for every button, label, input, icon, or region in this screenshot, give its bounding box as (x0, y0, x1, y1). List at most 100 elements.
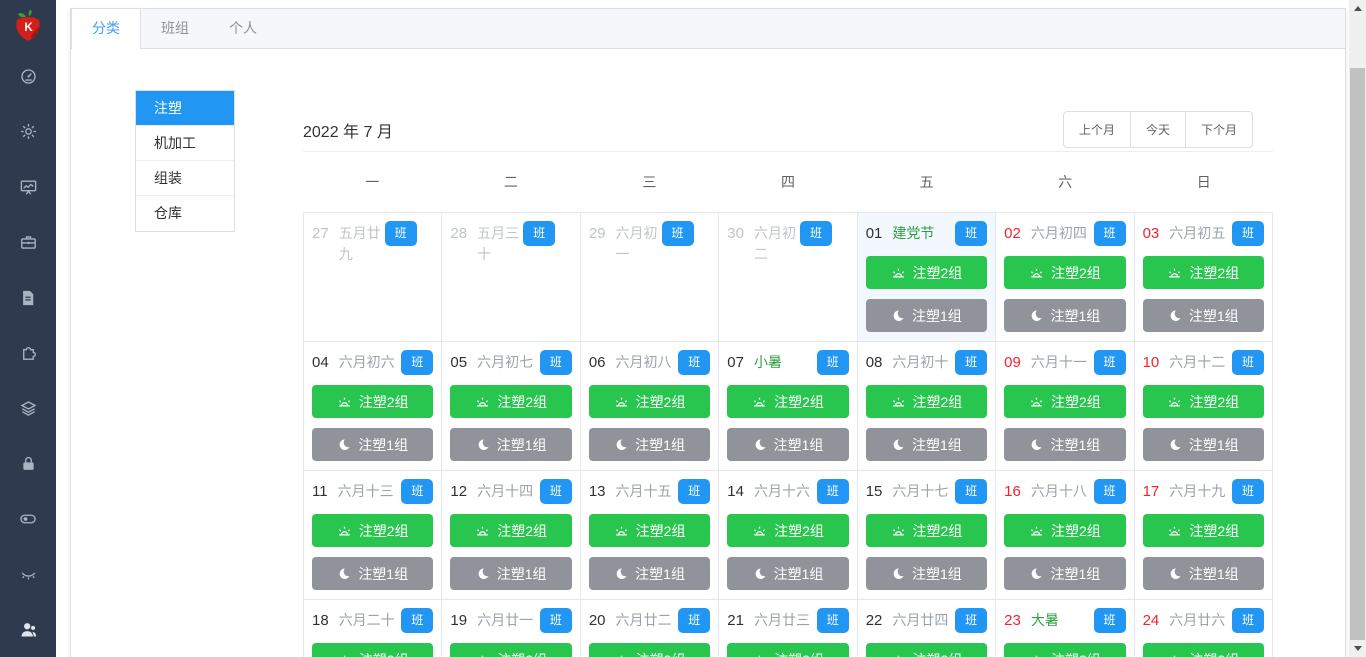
shift-badge[interactable]: 班 (1093, 608, 1126, 633)
night-shift-button[interactable]: 注塑1组 (865, 428, 988, 461)
day-shift-button[interactable]: 注塑2组 (727, 643, 849, 657)
day-shift-button[interactable]: 注塑2组 (727, 385, 849, 418)
night-shift-button[interactable]: 注塑1组 (312, 557, 434, 590)
monitor-chart-icon[interactable] (0, 160, 56, 215)
night-shift-button[interactable]: 注塑1组 (1142, 557, 1264, 590)
day-shift-button[interactable]: 注塑2组 (588, 514, 711, 547)
shift-badge[interactable]: 班 (539, 350, 572, 375)
shift-badge[interactable]: 班 (955, 479, 988, 504)
day-cell[interactable]: 13 六月十五 班 注塑2组 注塑1组 (580, 471, 720, 600)
day-cell[interactable]: 19 六月廿一 班 注塑2组 (442, 600, 581, 657)
day-shift-button[interactable]: 注塑2组 (1004, 256, 1126, 289)
shift-badge[interactable]: 班 (1093, 479, 1126, 504)
scrollbar-thumb[interactable] (1350, 68, 1365, 640)
day-cell[interactable]: 21 六月廿三 班 注塑2组 (719, 600, 858, 657)
day-shift-button[interactable]: 注塑2组 (312, 643, 434, 657)
day-cell[interactable]: 28 五月三十 班 (442, 213, 581, 342)
day-cell[interactable]: 17 六月十九 班 注塑2组 注塑1组 (1134, 471, 1273, 600)
night-shift-button[interactable]: 注塑1组 (865, 557, 988, 590)
day-shift-button[interactable]: 注塑2组 (1004, 385, 1126, 418)
day-shift-button[interactable]: 注塑2组 (1004, 643, 1126, 657)
day-shift-button[interactable]: 注塑2组 (1142, 643, 1264, 657)
day-shift-button[interactable]: 注塑2组 (1142, 514, 1264, 547)
shift-badge[interactable]: 班 (678, 479, 711, 504)
puzzle-icon[interactable] (0, 325, 56, 380)
night-shift-button[interactable]: 注塑1组 (727, 557, 849, 590)
category-item[interactable]: 仓库 (136, 196, 234, 231)
night-shift-button[interactable]: 注塑1组 (1004, 428, 1126, 461)
prev-month-button[interactable]: 上个月 (1062, 111, 1131, 148)
shift-badge[interactable]: 班 (678, 608, 711, 633)
day-cell[interactable]: 11 六月十三 班 注塑2组 注塑1组 (304, 471, 443, 600)
day-shift-button[interactable]: 注塑2组 (727, 514, 849, 547)
day-shift-button[interactable]: 注塑2组 (450, 514, 572, 547)
day-cell[interactable]: 24 六月廿六 班 注塑2组 (1134, 600, 1273, 657)
day-cell[interactable]: 23 大暑 班 注塑2组 (996, 600, 1135, 657)
shift-badge[interactable]: 班 (523, 221, 556, 246)
day-cell[interactable]: 09 六月十一 班 注塑2组 注塑1组 (996, 342, 1135, 471)
day-shift-button[interactable]: 注塑2组 (450, 385, 572, 418)
day-shift-button[interactable]: 注塑2组 (450, 643, 572, 657)
day-cell[interactable]: 20 六月廿二 班 注塑2组 (580, 600, 720, 657)
night-shift-button[interactable]: 注塑1组 (450, 557, 572, 590)
shift-badge[interactable]: 班 (799, 221, 832, 246)
shift-badge[interactable]: 班 (661, 221, 694, 246)
day-shift-button[interactable]: 注塑2组 (865, 256, 988, 289)
day-cell[interactable]: 30 六月初二 班 (719, 213, 858, 342)
shift-badge[interactable]: 班 (955, 350, 988, 375)
briefcase-icon[interactable] (0, 215, 56, 270)
scrollbar[interactable] (1349, 0, 1366, 657)
scroll-down-arrow-icon[interactable] (1349, 640, 1366, 657)
day-shift-button[interactable]: 注塑2组 (588, 385, 711, 418)
document-icon[interactable] (0, 270, 56, 325)
app-logo-icon[interactable]: K (6, 3, 50, 49)
night-shift-button[interactable]: 注塑1组 (1004, 299, 1126, 332)
shift-badge[interactable]: 班 (1232, 221, 1264, 246)
day-cell[interactable]: 22 六月廿四 班 注塑2组 (857, 600, 997, 657)
toggle-icon[interactable] (0, 491, 56, 546)
shift-badge[interactable]: 班 (1232, 608, 1264, 633)
category-item[interactable]: 注塑 (136, 91, 234, 126)
eye-closed-icon[interactable] (0, 546, 56, 601)
lock-icon[interactable] (0, 436, 56, 491)
night-shift-button[interactable]: 注塑1组 (727, 428, 849, 461)
shift-badge[interactable]: 班 (816, 608, 849, 633)
day-cell[interactable]: 12 六月十四 班 注塑2组 注塑1组 (442, 471, 581, 600)
night-shift-button[interactable]: 注塑1组 (588, 428, 711, 461)
night-shift-button[interactable]: 注塑1组 (1142, 428, 1264, 461)
category-item[interactable]: 机加工 (136, 126, 234, 161)
day-shift-button[interactable]: 注塑2组 (865, 385, 988, 418)
shift-badge[interactable]: 班 (539, 479, 572, 504)
day-cell[interactable]: 27 五月廿九 班 (304, 213, 443, 342)
category-item[interactable]: 组装 (136, 161, 234, 196)
day-cell[interactable]: 16 六月十八 班 注塑2组 注塑1组 (996, 471, 1135, 600)
shift-badge[interactable]: 班 (384, 221, 417, 246)
day-shift-button[interactable]: 注塑2组 (312, 385, 434, 418)
day-cell[interactable]: 18 六月二十 班 注塑2组 (304, 600, 443, 657)
day-cell[interactable]: 08 六月初十 班 注塑2组 注塑1组 (857, 342, 997, 471)
day-cell[interactable]: 29 六月初一 班 (580, 213, 720, 342)
day-shift-button[interactable]: 注塑2组 (1142, 256, 1264, 289)
night-shift-button[interactable]: 注塑1组 (312, 428, 434, 461)
shift-badge[interactable]: 班 (1232, 350, 1264, 375)
day-cell[interactable]: 10 六月十二 班 注塑2组 注塑1组 (1134, 342, 1273, 471)
shift-badge[interactable]: 班 (1232, 479, 1264, 504)
shift-badge[interactable]: 班 (955, 221, 988, 246)
day-cell[interactable]: 15 六月十七 班 注塑2组 注塑1组 (857, 471, 997, 600)
day-shift-button[interactable]: 注塑2组 (1142, 385, 1264, 418)
day-cell[interactable]: 03 六月初五 班 注塑2组 注塑1组 (1134, 213, 1273, 342)
scroll-up-arrow-icon[interactable] (1349, 0, 1366, 17)
night-shift-button[interactable]: 注塑1组 (1004, 557, 1126, 590)
day-cell[interactable]: 04 六月初六 班 注塑2组 注塑1组 (304, 342, 443, 471)
tab-item[interactable]: 班组 (141, 9, 209, 49)
tab-item[interactable]: 个人 (209, 9, 277, 49)
users-icon[interactable] (0, 602, 56, 657)
day-shift-button[interactable]: 注塑2组 (1004, 514, 1126, 547)
day-shift-button[interactable]: 注塑2组 (865, 514, 988, 547)
night-shift-button[interactable]: 注塑1组 (1142, 299, 1264, 332)
night-shift-button[interactable]: 注塑1组 (588, 557, 711, 590)
day-cell[interactable]: 05 六月初七 班 注塑2组 注塑1组 (442, 342, 581, 471)
today-button[interactable]: 今天 (1129, 111, 1186, 148)
dashboard-gauge-icon[interactable] (0, 49, 56, 104)
shift-badge[interactable]: 班 (539, 608, 572, 633)
